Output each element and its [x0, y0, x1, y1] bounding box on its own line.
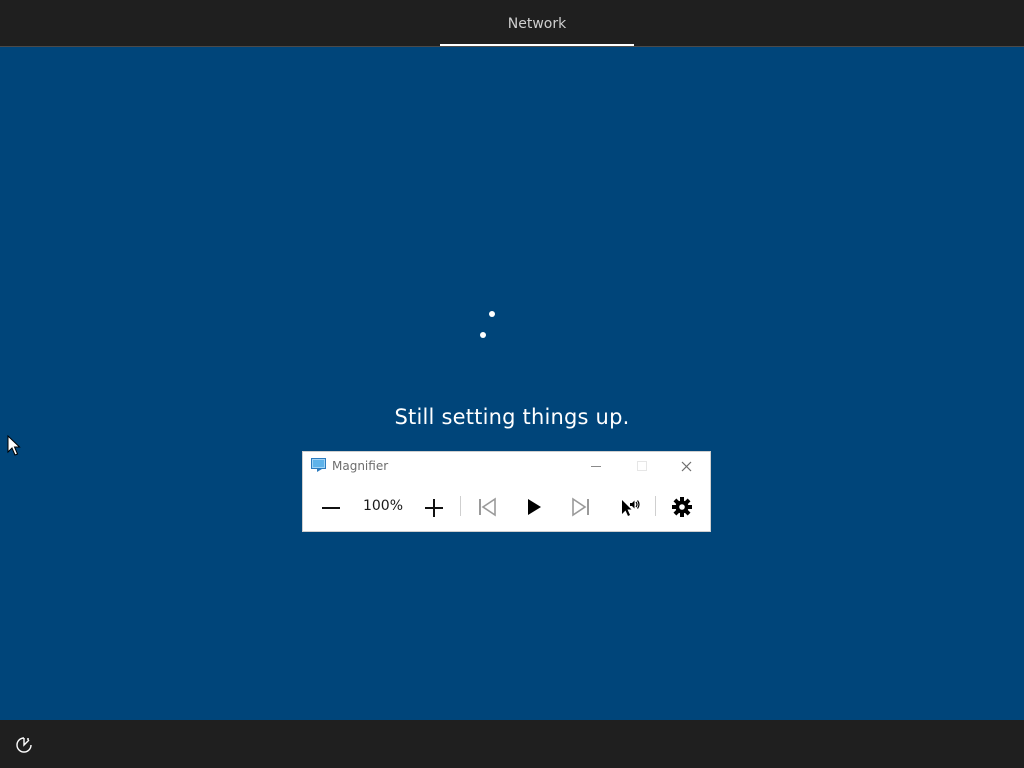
- tab-network-label: Network: [507, 16, 567, 32]
- status-text: Still setting things up.: [394, 405, 630, 429]
- spinner-dot: [480, 332, 486, 338]
- minimize-button[interactable]: [581, 454, 611, 478]
- ease-of-access-button[interactable]: [14, 735, 34, 755]
- zoom-level: 100%: [362, 498, 404, 514]
- toolbar-separator: [460, 496, 461, 516]
- gear-icon: [672, 497, 692, 517]
- magnifier-window[interactable]: Magnifier 100%: [303, 452, 710, 531]
- top-bar: Network: [0, 0, 1024, 47]
- magnifier-app-icon: [311, 458, 328, 473]
- play-icon: [528, 499, 541, 515]
- maximize-icon: [637, 461, 647, 471]
- tab-active-indicator: [440, 44, 634, 46]
- zoom-out-button[interactable]: [317, 492, 345, 520]
- next-button[interactable]: [567, 492, 595, 520]
- tab-network[interactable]: Network: [440, 0, 634, 46]
- minus-icon: [322, 507, 340, 509]
- mouse-cursor-icon: [7, 434, 21, 461]
- read-from-pointer-icon: [622, 500, 640, 516]
- close-button[interactable]: [672, 454, 702, 478]
- ease-of-access-icon: [16, 737, 32, 753]
- settings-button[interactable]: [668, 492, 696, 520]
- close-icon: [681, 461, 692, 472]
- play-button[interactable]: [520, 492, 548, 520]
- read-from-pointer-button[interactable]: [614, 492, 644, 520]
- maximize-button[interactable]: [627, 454, 657, 478]
- previous-track-icon: [479, 497, 496, 517]
- minimize-icon: [591, 466, 601, 467]
- bottom-bar: [0, 720, 1024, 768]
- plus-icon: [425, 499, 443, 517]
- next-track-icon: [572, 497, 589, 517]
- zoom-in-button[interactable]: [420, 492, 448, 520]
- previous-button[interactable]: [473, 492, 501, 520]
- spinner-dot: [489, 311, 495, 317]
- magnifier-title: Magnifier: [332, 459, 389, 473]
- toolbar-separator: [655, 496, 656, 516]
